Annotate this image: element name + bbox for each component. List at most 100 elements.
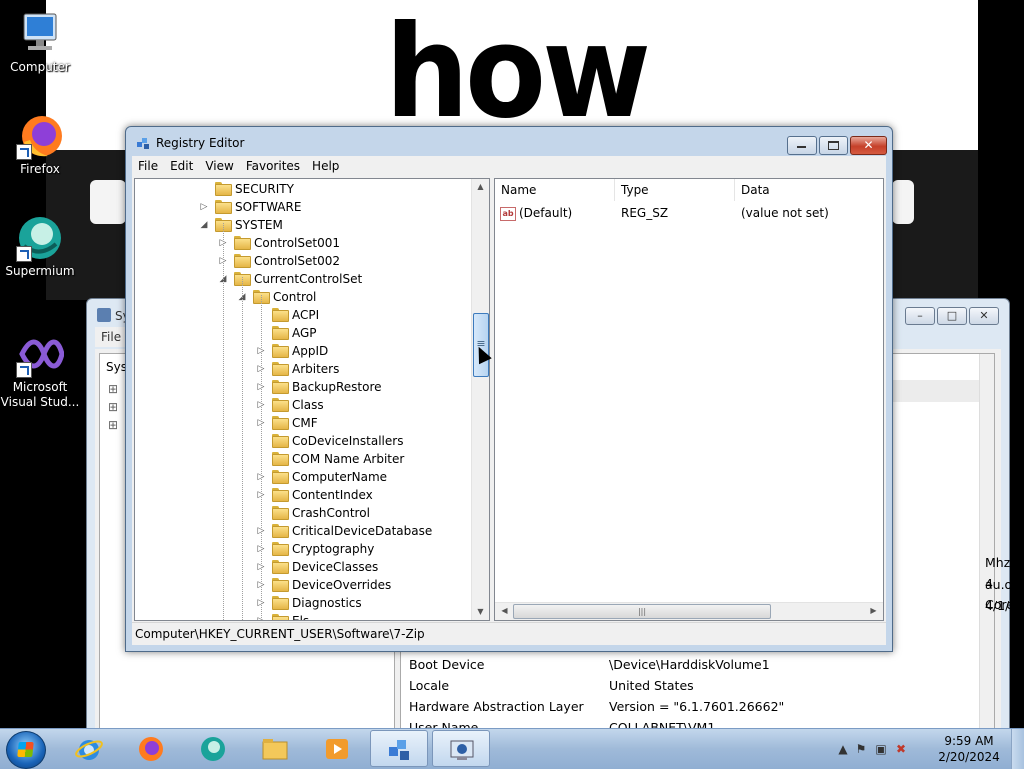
taskbar-firefox[interactable]	[122, 730, 180, 767]
tree-node[interactable]: ▷ DeviceOverrides	[258, 576, 391, 594]
desktop-icon-firefox[interactable]: Firefox	[0, 112, 80, 177]
registry-editor-window[interactable]: Registry Editor FileEditViewFavoritesHel…	[125, 126, 893, 652]
folder-icon	[272, 452, 289, 466]
scroll-thumb[interactable]	[513, 604, 771, 619]
registry-tree[interactable]: SECURITY ▷ SOFTWARE ◢ SYSTEM ▷ ControlSet001 ▷ C…	[134, 178, 490, 621]
tree-node[interactable]: SECURITY	[215, 180, 294, 198]
tree-node[interactable]: ▷ CriticalDeviceDatabase	[258, 522, 432, 540]
desktop-icon-supermium[interactable]: Supermium	[0, 214, 80, 279]
tree-node[interactable]: ▷ SOFTWARE	[201, 198, 302, 216]
tree-node[interactable]: ▷ ContentIndex	[258, 486, 373, 504]
tree-node[interactable]: ◢ CurrentControlSet	[220, 270, 362, 288]
tree-node-label: SOFTWARE	[235, 200, 302, 214]
tree-node[interactable]: CrashControl	[272, 504, 370, 522]
string-value-icon: ab	[500, 206, 516, 221]
shortcut-arrow-icon	[16, 362, 32, 378]
menu-help[interactable]: Help	[306, 156, 345, 176]
sysinfo-side-text: Mhz, 4 Core(s	[985, 555, 1024, 612]
column-header-name[interactable]: Name	[495, 179, 615, 201]
volume-muted-icon[interactable]: ✖	[894, 742, 908, 756]
tree-node[interactable]: ▷ DeviceClasses	[258, 558, 378, 576]
desktop-icon-visual-studio[interactable]: Microsoft Visual Stud...	[0, 330, 80, 410]
taskbar-supermium[interactable]	[184, 730, 242, 767]
taskbar-file-explorer[interactable]	[246, 730, 304, 767]
expand-arrow-icon[interactable]: ▷	[198, 198, 210, 216]
sysinfo-app-icon	[97, 308, 111, 322]
tree-node[interactable]: ▷ AppID	[258, 342, 328, 360]
sysinfo-scrollbar[interactable]	[979, 354, 994, 738]
menu-favorites[interactable]: Favorites	[240, 156, 306, 176]
desktop-icon-computer[interactable]: Computer	[0, 10, 80, 75]
network-icon[interactable]: ▣	[874, 742, 888, 756]
system-information-icon	[450, 740, 474, 760]
tree-node[interactable]: ▷ BackupRestore	[258, 378, 382, 396]
tree-guide-line	[242, 277, 243, 620]
minimize-button[interactable]: –	[905, 307, 935, 325]
minimize-button[interactable]	[787, 136, 817, 155]
clock[interactable]: 9:59 AM 2/20/2024	[934, 733, 1004, 765]
column-header-type[interactable]: Type	[615, 179, 735, 201]
tree-node[interactable]: ▷ CMF	[258, 414, 318, 432]
tree-node[interactable]: ACPI	[272, 306, 319, 324]
tree-node-label: CMF	[292, 416, 318, 430]
scroll-up-button[interactable]: ▲	[473, 179, 488, 195]
collapse-arrow-icon[interactable]: ◢	[198, 216, 210, 234]
values-horizontal-scrollbar[interactable]: ◀ ▶	[495, 602, 883, 620]
tree-node-label: CoDeviceInstallers	[292, 434, 404, 448]
scroll-right-button[interactable]: ▶	[866, 603, 881, 619]
menu-file[interactable]: File	[132, 156, 164, 176]
tree-node[interactable]: CoDeviceInstallers	[272, 432, 403, 450]
taskbar-media-player[interactable]	[308, 730, 366, 767]
regedit-titlebar[interactable]: Registry Editor	[126, 127, 892, 157]
clock-date: 2/20/2024	[938, 750, 1000, 764]
scroll-left-button[interactable]: ◀	[497, 603, 512, 619]
tree-node[interactable]: ▷ Arbiters	[258, 360, 339, 378]
firefox-icon	[16, 112, 64, 160]
table-row[interactable]: Locale United States	[409, 675, 694, 696]
close-button[interactable]	[850, 136, 887, 155]
folder-icon	[215, 182, 232, 196]
supermium-icon	[201, 737, 225, 761]
tree-node[interactable]: AGP	[272, 324, 317, 342]
show-desktop-button[interactable]	[1011, 729, 1024, 769]
tree-guide-line	[261, 295, 262, 620]
menu-edit[interactable]: Edit	[164, 156, 199, 176]
taskbar-internet-explorer[interactable]	[60, 730, 118, 767]
tree-node[interactable]: ▷ ComputerName	[258, 468, 387, 486]
registry-values-list[interactable]: Name Type Data ab (Default) REG_SZ (value…	[494, 178, 884, 621]
tree-node[interactable]: ▷ Diagnostics	[258, 594, 362, 612]
tree-expander[interactable]: ⊞	[108, 418, 118, 432]
tree-node-label: ContentIndex	[292, 488, 373, 502]
tree-node-label: SYSTEM	[235, 218, 283, 232]
menu-file[interactable]: File	[95, 330, 127, 344]
wallpaper-shape	[90, 180, 126, 224]
scroll-down-button[interactable]: ▼	[473, 604, 488, 620]
maximize-button[interactable]: □	[937, 307, 967, 325]
tree-expander[interactable]: ⊞	[108, 400, 118, 414]
tree-node-label: ACPI	[292, 308, 320, 322]
table-row[interactable]: Hardware Abstraction Layer Version = "6.1…	[409, 696, 784, 717]
menu-view[interactable]: View	[199, 156, 239, 176]
tree-node[interactable]: COM Name Arbiter	[272, 450, 404, 468]
column-header-data[interactable]: Data	[735, 179, 883, 201]
close-button[interactable]: ✕	[969, 307, 999, 325]
tree-node[interactable]: ▷ ControlSet002	[220, 252, 340, 270]
table-row[interactable]: Boot Device \Device\HarddiskVolume1	[409, 654, 770, 675]
tree-node[interactable]: ◢ Control	[239, 288, 316, 306]
tree-vertical-scrollbar[interactable]: ▲ ▼	[471, 179, 489, 620]
start-button[interactable]	[6, 731, 46, 769]
maximize-button[interactable]	[819, 136, 848, 155]
tree-node[interactable]: ▷ Cryptography	[258, 540, 374, 558]
taskbar-registry-editor[interactable]	[370, 730, 428, 767]
tree-node[interactable]: ▷ Els	[258, 612, 309, 620]
taskbar-system-information[interactable]	[432, 730, 490, 767]
tree-guide-line	[223, 223, 224, 620]
tree-node[interactable]: ◢ SYSTEM	[201, 216, 283, 234]
tree-node[interactable]: ▷ ControlSet001	[220, 234, 340, 252]
tree-expander[interactable]: ⊞	[108, 382, 118, 396]
desktop-icon-label: Firefox	[20, 162, 60, 176]
show-hidden-icons-icon[interactable]: ▲	[836, 742, 850, 756]
action-center-flag-icon[interactable]: ⚑	[854, 742, 868, 756]
tree-node[interactable]: ▷ Class	[258, 396, 324, 414]
folder-icon	[272, 362, 289, 376]
